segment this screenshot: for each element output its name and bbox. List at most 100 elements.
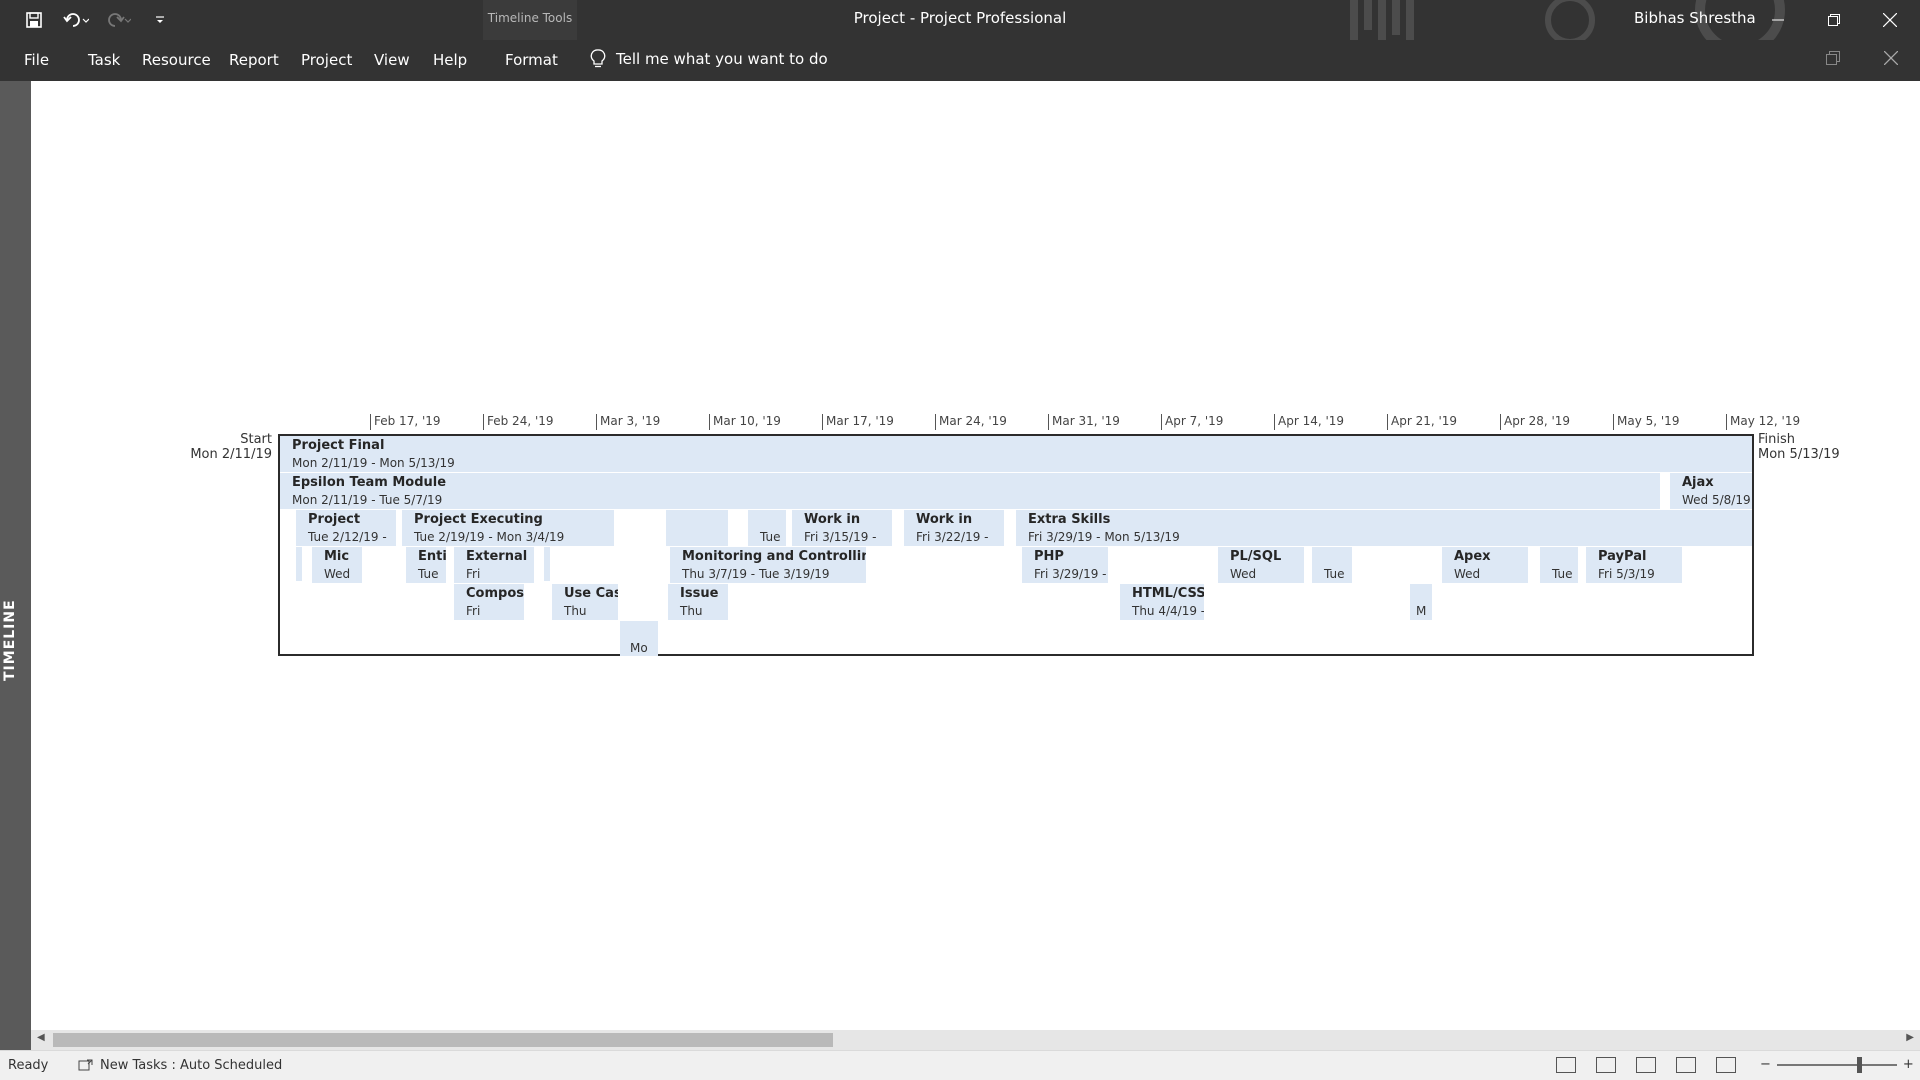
bar-date: Wed — [1230, 567, 1257, 581]
timeline-bar[interactable]: External Fri — [454, 547, 534, 583]
zoom-out-icon[interactable]: − — [1760, 1057, 1771, 1072]
bar-name: Use Case — [564, 586, 618, 601]
bar-date: Tue 2/19/19 - Mon 3/4/19 — [414, 530, 565, 544]
bar-name: Ajax — [1682, 475, 1714, 490]
gantt-view-icon[interactable] — [1556, 1057, 1576, 1073]
timeline-bar[interactable]: Extra Skills Fri 3/29/19 - Mon 5/13/19 — [1016, 510, 1752, 546]
start-date: Mon 2/11/19 — [190, 447, 272, 462]
status-ready: Ready — [8, 1058, 49, 1073]
timeline-bar[interactable]: Epsilon Team Module Mon 2/11/19 - Tue 5/… — [280, 473, 1660, 509]
auto-schedule-icon — [78, 1059, 93, 1070]
timeline-bar[interactable]: Mic Wed — [312, 547, 362, 583]
timescale-label: Mar 10, '19 — [709, 414, 781, 430]
timeline-bar[interactable]: Tue — [1312, 547, 1352, 583]
new-tasks-mode[interactable]: New Tasks : Auto Scheduled — [78, 1058, 282, 1073]
timeline-bar[interactable]: PayPal Fri 5/3/19 — [1586, 547, 1682, 583]
bar-date: Fri 3/29/19 - Mon 5/13/19 — [1028, 530, 1180, 544]
timeline-bar[interactable]: HTML/CSS Thu 4/4/19 - — [1120, 584, 1204, 620]
timescale-label: May 5, '19 — [1613, 414, 1679, 430]
bar-name: PayPal — [1598, 549, 1647, 564]
bar-date: Thu 3/7/19 - Tue 3/19/19 — [682, 567, 830, 581]
timeline-bar-sliver[interactable] — [666, 510, 728, 546]
timeline-bar[interactable]: Monitoring and Controlling Thu 3/7/19 - … — [670, 547, 866, 583]
timeline-start: Start Mon 2/11/19 — [170, 432, 272, 462]
timeline-bar[interactable]: Mo — [620, 621, 658, 656]
timeline-bar[interactable]: Project Executing Tue 2/19/19 - Mon 3/4/… — [402, 510, 614, 546]
bar-date: Tue — [418, 567, 439, 581]
start-label: Start — [240, 432, 272, 447]
bar-date: Fri 3/29/19 - — [1034, 567, 1107, 581]
timeline-bar-sliver[interactable] — [296, 547, 302, 581]
timescale-label: Apr 28, '19 — [1500, 414, 1570, 430]
bar-name: Project Executing — [414, 512, 543, 527]
team-planner-icon[interactable] — [1636, 1057, 1656, 1073]
bar-name: Extra Skills — [1028, 512, 1111, 527]
task-usage-icon[interactable] — [1596, 1057, 1616, 1073]
horizontal-scrollbar[interactable]: ◀ ▶ — [31, 1030, 1920, 1050]
bar-date: Thu — [680, 604, 703, 618]
timescale-label: Mar 24, '19 — [935, 414, 1007, 430]
timeline-box[interactable]: Project Final Mon 2/11/19 - Mon 5/13/19 … — [278, 434, 1754, 656]
bar-date: Wed — [324, 567, 351, 581]
timescale-label: Mar 17, '19 — [822, 414, 894, 430]
timeline-bar[interactable]: M — [1410, 584, 1432, 620]
timeline-bar[interactable]: Issue Thu — [668, 584, 728, 620]
timeline-bar[interactable]: Project Tue 2/12/19 - — [296, 510, 396, 546]
bar-name: PL/SQL — [1230, 549, 1282, 564]
bar-name: Issue — [680, 586, 719, 601]
timeline-bar[interactable]: Work in Fri 3/15/19 - — [792, 510, 892, 546]
scrollbar-thumb[interactable] — [53, 1033, 833, 1047]
timeline-finish: Finish Mon 5/13/19 — [1758, 432, 1868, 462]
bar-name: External — [466, 549, 528, 564]
bar-date: Wed — [1454, 567, 1481, 581]
bar-date: Thu 4/4/19 - — [1132, 604, 1204, 618]
new-tasks-label: New Tasks : Auto Scheduled — [100, 1058, 283, 1073]
bar-date: Fri — [466, 567, 481, 581]
timeline-bar[interactable]: Ajax Wed 5/8/19 — [1670, 473, 1752, 509]
bar-name: Mic — [324, 549, 350, 564]
timeline-bar[interactable]: PHP Fri 3/29/19 - — [1022, 547, 1108, 583]
timescale-label: Mar 31, '19 — [1048, 414, 1120, 430]
finish-label: Finish — [1758, 432, 1796, 447]
bar-name: Work in — [916, 512, 973, 527]
zoom-track[interactable] — [1776, 1056, 1897, 1073]
bar-date: Tue 2/12/19 - — [308, 530, 387, 544]
timeline-bar-sliver[interactable] — [544, 547, 550, 581]
bar-date: Fri 3/22/19 - — [916, 530, 989, 544]
bar-name: Enti — [418, 549, 446, 564]
bar-date: Mo — [630, 641, 648, 655]
bar-name: Project Final — [292, 438, 385, 453]
timescale-label: Feb 17, '19 — [370, 414, 441, 430]
timeline-bar[interactable]: Tue — [748, 510, 786, 546]
timeline-bar[interactable]: Work in Fri 3/22/19 - — [904, 510, 1004, 546]
timescale-label: Mar 3, '19 — [596, 414, 660, 430]
timeline-bar[interactable]: Apex Wed — [1442, 547, 1528, 583]
bar-name: HTML/CSS — [1132, 586, 1204, 601]
zoom-knob[interactable] — [1856, 1056, 1862, 1073]
report-view-icon[interactable] — [1716, 1057, 1736, 1073]
bar-date: Thu — [564, 604, 587, 618]
timeline-bar[interactable]: PL/SQL Wed — [1218, 547, 1304, 583]
timeline-bar[interactable]: Enti Tue — [406, 547, 446, 583]
bar-name: Project — [308, 512, 361, 527]
zoom-slider[interactable]: − + — [1760, 1056, 1914, 1073]
resource-sheet-icon[interactable] — [1676, 1057, 1696, 1073]
bar-date: Fri 5/3/19 — [1598, 567, 1655, 581]
bar-date: Wed 5/8/19 — [1682, 493, 1751, 507]
view-shortcuts — [1556, 1057, 1736, 1073]
timeline-bar[interactable]: Use Case Thu — [552, 584, 618, 620]
zoom-in-icon[interactable]: + — [1903, 1057, 1914, 1072]
timeline-view: Feb 17, '19 Feb 24, '19 Mar 3, '19 Mar 1… — [0, 0, 1920, 1080]
timeline-bar[interactable]: Tue — [1540, 547, 1578, 583]
bar-date: Mon 2/11/19 - Tue 5/7/19 — [292, 493, 443, 507]
timeline-bar[interactable]: Composi Fri — [454, 584, 524, 620]
bar-name: PHP — [1034, 549, 1064, 564]
timeline-bar[interactable]: Project Final Mon 2/11/19 - Mon 5/13/19 — [280, 436, 1752, 472]
timescale-label: Apr 7, '19 — [1161, 414, 1223, 430]
timescale-label: Feb 24, '19 — [483, 414, 554, 430]
scroll-left-icon[interactable]: ◀ — [37, 1032, 45, 1043]
scroll-right-icon[interactable]: ▶ — [1906, 1032, 1914, 1043]
timescale-label: Apr 21, '19 — [1387, 414, 1457, 430]
finish-date: Mon 5/13/19 — [1758, 447, 1840, 462]
bar-date: Fri 3/15/19 - — [804, 530, 877, 544]
